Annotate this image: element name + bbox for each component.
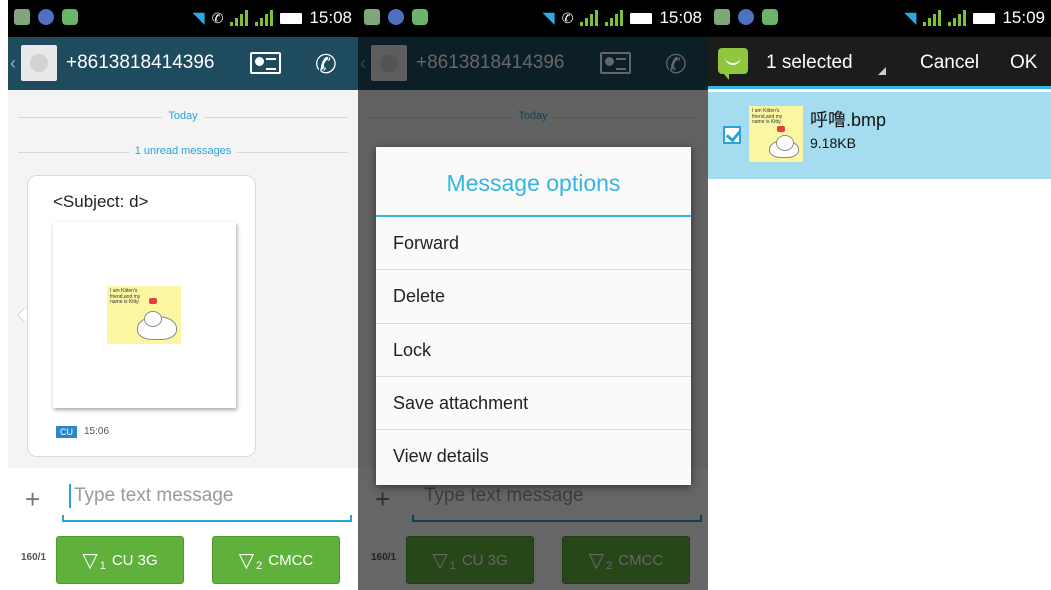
notification-icon — [714, 9, 730, 25]
signal-icon — [230, 10, 249, 26]
attachment-size: 9.18KB — [810, 135, 856, 151]
char-counter: 160/1 — [21, 552, 47, 563]
message-input-placeholder: Type text message — [74, 485, 234, 506]
usb-icon — [738, 9, 754, 25]
back-icon[interactable]: ‹ — [10, 53, 16, 74]
vibrate-icon: ✆ — [561, 9, 574, 26]
android-icon — [62, 9, 78, 25]
notification-icon — [364, 9, 380, 25]
avatar[interactable] — [21, 45, 57, 81]
notification-icon — [14, 9, 30, 25]
call-icon[interactable]: ✆ — [315, 49, 337, 80]
cancel-button[interactable]: Cancel — [920, 52, 979, 74]
battery-icon — [630, 12, 653, 24]
signal-icon-2 — [948, 10, 967, 26]
signal-icon — [923, 10, 942, 26]
menu-item-save-attachment[interactable]: Save attachment — [376, 377, 691, 431]
dialog-title: Message options — [376, 147, 691, 217]
message-time: 15:06 — [84, 426, 110, 437]
contact-title: +8613818414396 — [66, 52, 215, 73]
attachment-list-item[interactable]: I am Kitten's friend,and my name is Kitt… — [708, 92, 1051, 179]
send-bar: 160/1 ▽1 CU 3G ▽2 CMCC — [8, 533, 358, 590]
image-attachment[interactable]: I am Kitten's friend,and my name is Kitt… — [53, 222, 236, 408]
attachment-thumbnail: I am Kitten's friend,and my name is Kitt… — [749, 106, 803, 162]
contact-card-icon[interactable] — [250, 52, 281, 74]
status-bar: ◥ 15:09 — [708, 0, 1051, 37]
signal-icon-2 — [605, 10, 624, 26]
date-separator: Today — [18, 110, 348, 124]
signal-icon-2 — [255, 10, 274, 26]
clock: 15:08 — [309, 8, 352, 27]
menu-item-lock[interactable]: Lock — [376, 324, 691, 377]
conversation-action-bar: ‹ +8613818414396 ✆ — [8, 37, 358, 90]
status-bar: ◥ ✆ 15:08 — [358, 0, 708, 37]
send-icon: ▽ — [238, 549, 255, 572]
clock: 15:08 — [659, 8, 702, 27]
android-icon — [412, 9, 428, 25]
send-icon: ▽ — [82, 549, 98, 572]
usb-icon — [38, 9, 54, 25]
wifi-icon: ◥ — [542, 10, 555, 27]
kitty-image: I am Kitten's friend,and my name is Kitt… — [107, 286, 181, 344]
send-button-cu3g[interactable]: ▽1 CU 3G — [56, 536, 184, 584]
menu-item-view-details[interactable]: View details — [376, 430, 691, 483]
usb-icon — [388, 9, 404, 25]
conversation-screen: ◥ ✆ 15:08 ‹ +8613818414396 ✆ Today 1 unr… — [8, 0, 358, 590]
attachment-selection-screen: ◥ 15:09 1 selected Cancel OK I am Kitten… — [708, 0, 1051, 590]
menu-item-delete[interactable]: Delete — [376, 270, 691, 324]
ok-button[interactable]: OK — [1010, 52, 1037, 74]
dropdown-arrow-icon[interactable] — [878, 67, 886, 75]
wifi-icon: ◥ — [192, 10, 205, 27]
message-options-screen: ◥ ✆ 15:08 ‹ +8613818414396 ✆ Today + Typ… — [358, 0, 708, 590]
status-bar: ◥ ✆ 15:08 — [8, 0, 358, 37]
sim-tag: CU — [56, 426, 77, 438]
attachment-name: 呼噜.bmp — [810, 110, 887, 130]
battery-icon — [973, 12, 996, 24]
unread-separator: 1 unread messages — [18, 145, 348, 159]
battery-icon — [280, 12, 303, 24]
message-options-dialog: Message options Forward Delete Lock Save… — [376, 147, 691, 485]
messaging-app-icon — [718, 48, 748, 80]
send-button-cmcc[interactable]: ▽2 CMCC — [212, 536, 340, 584]
wifi-icon: ◥ — [904, 10, 917, 27]
clock: 15:09 — [1002, 8, 1045, 27]
selected-count[interactable]: 1 selected — [766, 52, 853, 74]
attachment-checkbox[interactable] — [723, 126, 741, 144]
message-bubble[interactable]: <Subject: d> I am Kitten's friend,and my… — [27, 175, 256, 457]
android-icon — [762, 9, 778, 25]
selection-action-bar: 1 selected Cancel OK — [708, 37, 1051, 89]
menu-item-forward[interactable]: Forward — [376, 217, 691, 271]
signal-icon — [580, 10, 599, 26]
message-input[interactable]: Type text message — [62, 482, 352, 522]
attach-plus-icon[interactable]: + — [25, 484, 40, 515]
vibrate-icon: ✆ — [211, 9, 224, 26]
compose-area: + Type text message — [8, 468, 358, 533]
message-subject: <Subject: d> — [53, 192, 149, 211]
